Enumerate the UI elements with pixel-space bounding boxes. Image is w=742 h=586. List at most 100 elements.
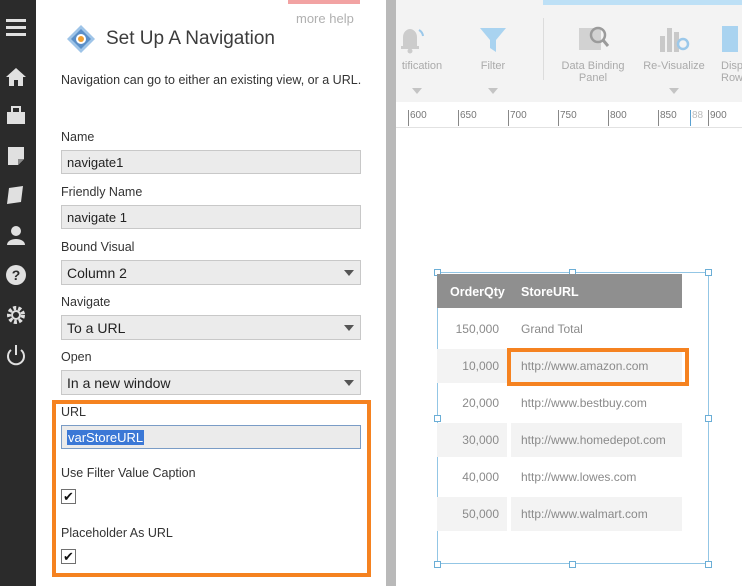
table-header: OrderQty StoreURL xyxy=(437,274,682,308)
data-binding-label-line2: Panel xyxy=(578,72,608,84)
navigate-value: To a URL xyxy=(67,320,126,336)
orderqty-cell: 150,000 xyxy=(455,322,499,336)
bound-visual-label: Bound Visual xyxy=(61,240,135,254)
display-label-line1: Displ xyxy=(721,60,742,72)
orderqty-cell: 40,000 xyxy=(462,470,499,484)
ruler-label: 650 xyxy=(460,110,477,121)
more-help-accent-bar xyxy=(288,0,360,4)
notification-label: tification xyxy=(401,60,443,72)
ruler-label: 600 xyxy=(410,110,427,121)
ruler-tick xyxy=(458,110,459,126)
re-visualize-label: Re-Visualize xyxy=(643,60,705,72)
chevron-down-icon[interactable] xyxy=(488,88,498,94)
column-header-orderqty[interactable]: OrderQty xyxy=(450,285,505,299)
ruler-tick xyxy=(708,110,709,126)
bound-visual-value: Column 2 xyxy=(67,265,127,281)
briefcase-icon[interactable] xyxy=(5,104,27,126)
bell-icon xyxy=(401,29,424,54)
left-nav-rail: ? xyxy=(0,0,36,586)
display-label-line2: Row xyxy=(721,72,742,84)
ruler-tick xyxy=(658,110,659,126)
table-row: 150,000 Grand Total xyxy=(437,312,682,349)
ruler-tick xyxy=(508,110,509,126)
url-settings-highlight xyxy=(52,400,371,577)
re-visualize-icon xyxy=(660,28,690,52)
open-select[interactable]: In a new window xyxy=(61,370,361,395)
chevron-down-icon[interactable] xyxy=(344,380,354,386)
svg-text:?: ? xyxy=(12,267,21,283)
orderqty-cell: 20,000 xyxy=(462,396,499,410)
friendly-name-field[interactable]: navigate 1 xyxy=(61,205,361,229)
panel-scrollbar[interactable] xyxy=(386,0,396,586)
more-help-label[interactable]: more help xyxy=(296,11,354,26)
toolbar-separator xyxy=(543,18,544,80)
chevron-down-icon[interactable] xyxy=(344,270,354,276)
amazon-url-highlight xyxy=(507,348,689,386)
navigate-select[interactable]: To a URL xyxy=(61,315,361,340)
note-icon[interactable] xyxy=(5,145,27,167)
chevron-down-icon[interactable] xyxy=(412,88,422,94)
resize-handle[interactable] xyxy=(705,415,712,422)
storeurl-link-cell[interactable]: http://www.homedepot.com xyxy=(511,423,682,457)
table-row: 30,000 http://www.homedepot.com xyxy=(437,423,682,460)
orderqty-cell: 10,000 xyxy=(437,349,507,383)
display-rows-label: Displ Row xyxy=(721,60,742,84)
pages-icon[interactable] xyxy=(5,184,27,206)
ruler-tick xyxy=(608,110,609,126)
name-field[interactable]: navigate1 xyxy=(61,150,361,174)
orderqty-cell: 30,000 xyxy=(437,423,507,457)
resize-handle[interactable] xyxy=(434,561,441,568)
user-icon[interactable] xyxy=(5,224,27,246)
storeurl-link-cell[interactable]: http://www.bestbuy.com xyxy=(511,386,682,420)
help-icon[interactable]: ? xyxy=(5,264,27,286)
notification-button[interactable]: tification xyxy=(396,0,448,102)
data-binding-label: Data Binding Panel xyxy=(556,60,630,84)
ruler-label: 800 xyxy=(610,110,627,121)
open-value: In a new window xyxy=(67,375,171,391)
data-binding-icon xyxy=(579,26,610,50)
ruler-label: 750 xyxy=(560,110,577,121)
chevron-down-icon[interactable] xyxy=(669,88,679,94)
resize-handle[interactable] xyxy=(705,561,712,568)
navigation-icon xyxy=(67,25,95,53)
storeurl-link-cell[interactable]: http://www.walmart.com xyxy=(511,497,682,531)
chevron-down-icon[interactable] xyxy=(344,325,354,331)
data-binding-label-line1: Data Binding xyxy=(561,60,625,72)
power-icon[interactable] xyxy=(5,344,27,366)
resize-handle[interactable] xyxy=(705,269,712,276)
open-label: Open xyxy=(61,350,92,364)
horizontal-ruler: 600 650 700 750 800 850 88 900 xyxy=(396,102,742,128)
filter-icon xyxy=(480,28,506,52)
column-header-storeurl[interactable]: StoreURL xyxy=(521,285,579,299)
navigate-label: Navigate xyxy=(61,295,111,309)
table-row: 40,000 http://www.lowes.com xyxy=(437,460,682,497)
home-icon[interactable] xyxy=(5,66,27,88)
display-rows-button[interactable]: Displ Row xyxy=(718,0,742,102)
filter-label: Filter xyxy=(480,60,506,72)
ruler-label: 900 xyxy=(710,110,727,121)
resize-handle[interactable] xyxy=(569,561,576,568)
gear-icon[interactable] xyxy=(5,304,27,326)
table-row: 20,000 http://www.bestbuy.com xyxy=(437,386,682,423)
ruler-position-marker xyxy=(690,110,691,126)
more-help-link[interactable]: more help xyxy=(288,0,360,30)
storeurl-link-cell[interactable]: http://www.lowes.com xyxy=(511,460,682,494)
data-binding-panel-button[interactable]: Data Binding Panel xyxy=(556,0,630,102)
bound-visual-select[interactable]: Column 2 xyxy=(61,260,361,285)
storeurl-cell: Grand Total xyxy=(521,322,583,336)
name-label: Name xyxy=(61,130,95,144)
friendly-name-label: Friendly Name xyxy=(61,185,143,199)
ruler-tick xyxy=(408,110,409,126)
display-rows-icon xyxy=(722,26,738,52)
panel-title: Set Up A Navigation xyxy=(106,28,275,49)
ruler-label: 850 xyxy=(660,110,677,121)
menu-icon[interactable] xyxy=(5,16,27,38)
ruler-label: 88 xyxy=(692,110,704,121)
ruler-tick xyxy=(558,110,559,126)
panel-description: Navigation can go to either an existing … xyxy=(61,73,362,87)
table-row: 50,000 http://www.walmart.com xyxy=(437,497,682,534)
ruler-label: 700 xyxy=(510,110,527,121)
filter-button[interactable]: Filter xyxy=(467,0,519,102)
orderqty-cell: 50,000 xyxy=(437,497,507,531)
re-visualize-button[interactable]: Re-Visualize xyxy=(638,0,710,102)
